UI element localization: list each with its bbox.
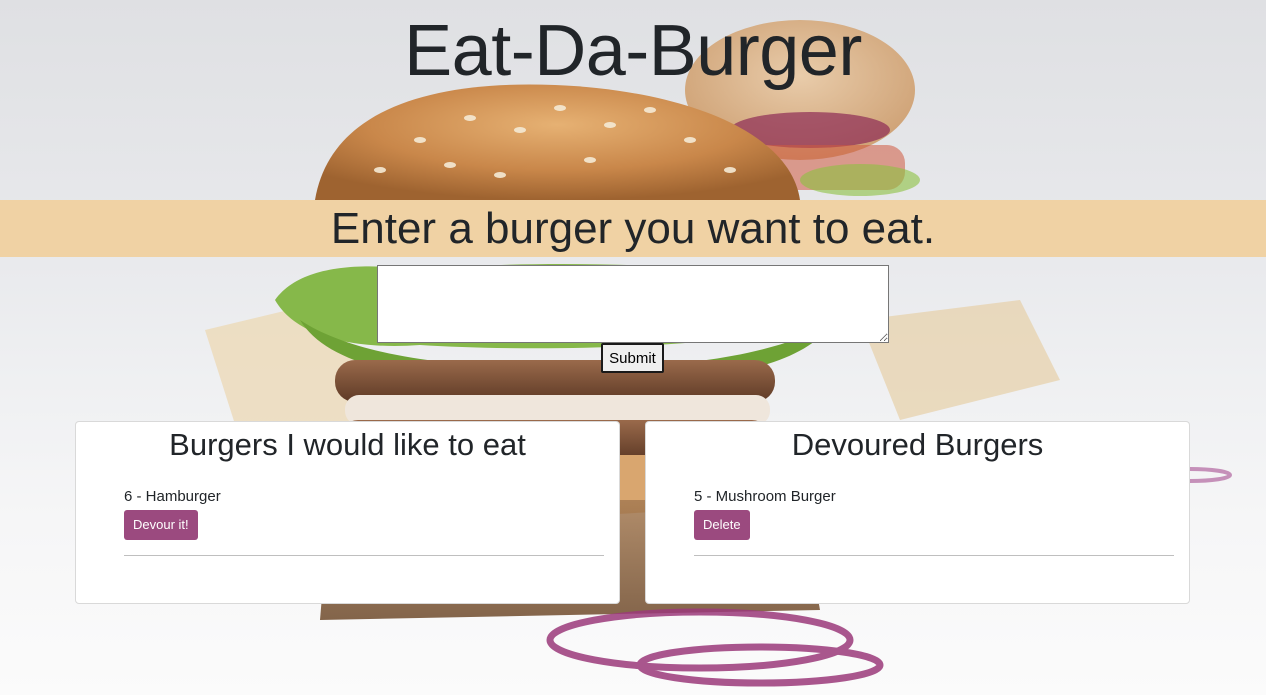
burger-name-input[interactable]	[377, 265, 889, 343]
list-item: 5 - Mushroom Burger Delete	[694, 488, 1174, 540]
list-item: 6 - Hamburger Devour it!	[124, 488, 604, 540]
devoured-burgers-card: Devoured Burgers 5 - Mushroom Burger Del…	[645, 421, 1190, 604]
devour-button[interactable]: Devour it!	[124, 510, 198, 540]
burger-label: 5 - Mushroom Burger	[694, 488, 836, 505]
burgers-to-eat-card: Burgers I would like to eat 6 - Hamburge…	[75, 421, 620, 604]
divider	[694, 555, 1174, 556]
delete-button[interactable]: Delete	[694, 510, 750, 540]
devoured-burgers-title: Devoured Burgers	[791, 427, 1044, 462]
burger-prompt: Enter a burger you want to eat.	[330, 204, 936, 253]
site-title: Eat-Da-Burger	[404, 11, 862, 91]
divider	[124, 555, 604, 556]
burger-label: 6 - Hamburger	[124, 488, 221, 505]
burgers-to-eat-title: Burgers I would like to eat	[169, 427, 526, 462]
submit-button[interactable]: Submit	[601, 343, 664, 373]
